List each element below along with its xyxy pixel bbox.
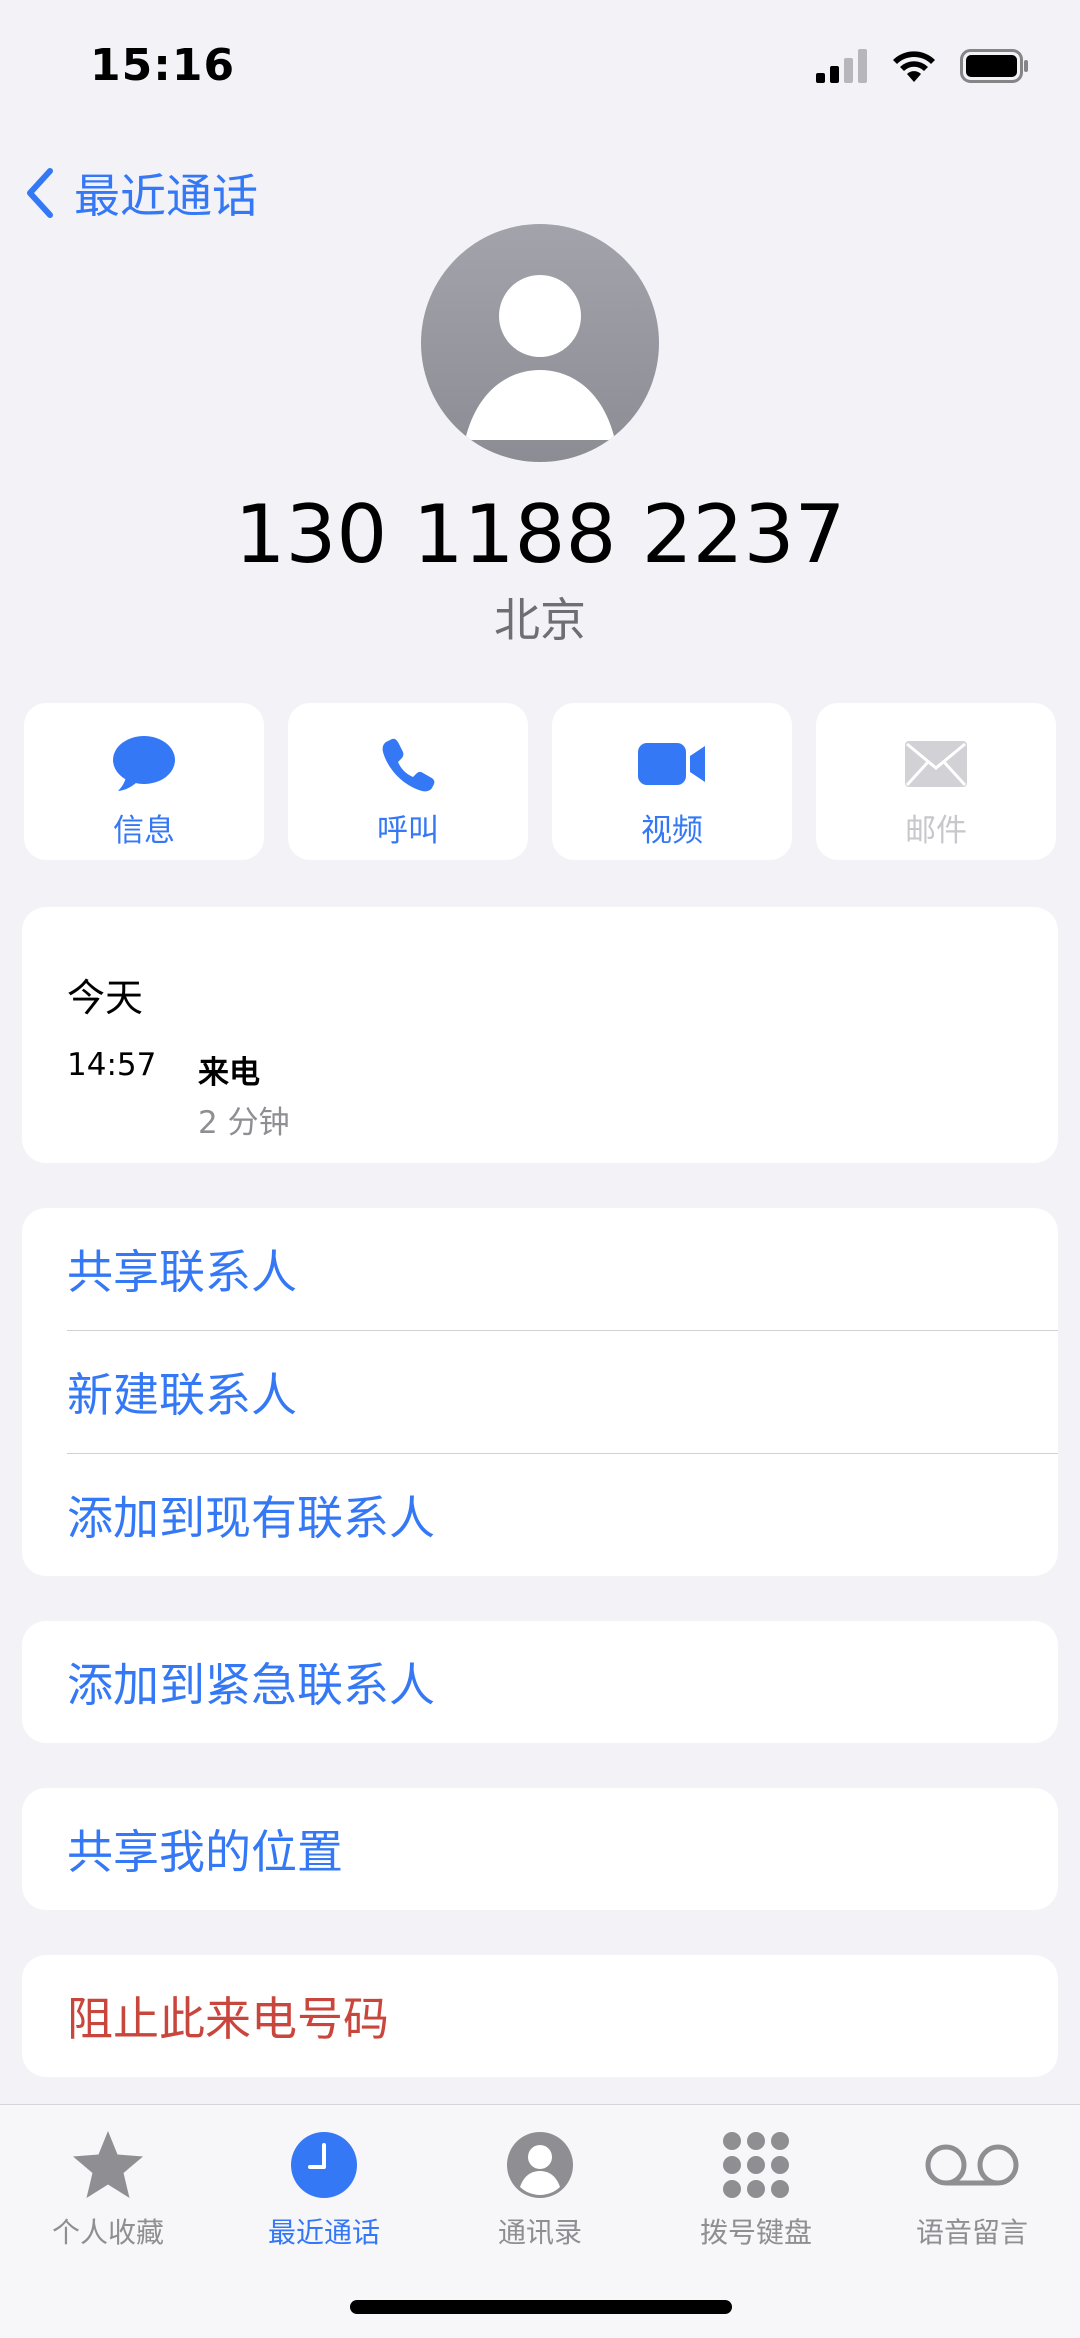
history-entry-type: 来电 [198,1055,260,1091]
history-entry-duration: 2 分钟 [198,1105,290,1141]
share-contact-link[interactable]: 共享联系人 [22,1236,297,1302]
cellular-signal-icon [816,49,867,83]
tab-keypad-label: 拨号键盘 [699,2216,812,2249]
mail-button[interactable]: 邮件 [816,703,1056,860]
avatar [421,224,659,462]
video-button[interactable]: 视频 [552,703,792,860]
block-caller-link[interactable]: 阻止此来电号码 [22,1983,389,2049]
tab-keypad[interactable]: 拨号键盘 [648,2127,864,2251]
share-location-card: 共享我的位置 [22,1788,1058,1910]
status-time: 15:16 [90,40,236,91]
tab-contacts-label: 通讯录 [497,2216,582,2249]
star-icon [73,2131,143,2198]
add-emergency-contact-link[interactable]: 添加到紧急联系人 [22,1649,435,1715]
message-button[interactable]: 信息 [24,703,264,860]
new-contact-link[interactable]: 新建联系人 [22,1359,297,1425]
tab-favorites[interactable]: 个人收藏 [0,2127,216,2251]
clock-icon [291,2132,357,2198]
video-button-label: 视频 [641,813,703,849]
phone-number: 130 1188 2237 [234,488,846,581]
wifi-icon [893,51,935,82]
keypad-icon [723,2132,789,2198]
call-history-card: 今天 14:57 来电 2 分钟 [22,907,1058,1163]
tab-recents-label: 最近通话 [267,2216,380,2249]
share-location-link[interactable]: 共享我的位置 [22,1816,343,1882]
tab-voicemail-label: 语音留言 [915,2216,1028,2249]
voicemail-icon [925,2144,1019,2186]
add-existing-contact-link[interactable]: 添加到现有联系人 [22,1482,435,1548]
back-label: 最近通话 [74,169,258,223]
back-button[interactable]: 最近通话 [22,160,258,226]
mail-button-label: 邮件 [905,813,967,849]
home-indicator[interactable] [350,2300,732,2314]
message-button-label: 信息 [113,813,175,849]
person-circle-icon [507,2132,573,2198]
block-caller-card: 阻止此来电号码 [22,1955,1058,2077]
person-silhouette-icon [465,275,615,440]
history-entry-time: 14:57 [67,1047,157,1083]
tab-contacts[interactable]: 通讯录 [432,2127,648,2251]
message-bubble-icon [113,736,175,791]
video-camera-icon [638,743,705,785]
tab-recents[interactable]: 最近通话 [216,2127,432,2251]
contact-actions-card: 共享联系人 新建联系人 添加到现有联系人 [22,1208,1058,1576]
phone-icon [382,738,435,792]
emergency-card: 添加到紧急联系人 [22,1621,1058,1743]
call-button[interactable]: 呼叫 [288,703,528,860]
chevron-left-icon [27,168,53,218]
quick-actions: 信息 呼叫 视频 邮件 [24,703,1056,860]
history-date: 今天 [67,976,144,1020]
battery-icon [960,49,1028,83]
tab-favorites-label: 个人收藏 [51,2216,164,2249]
tab-voicemail[interactable]: 语音留言 [864,2127,1080,2251]
call-button-label: 呼叫 [377,813,439,849]
number-location: 北京 [494,593,586,647]
envelope-icon [905,741,967,787]
status-icons [816,48,1030,84]
